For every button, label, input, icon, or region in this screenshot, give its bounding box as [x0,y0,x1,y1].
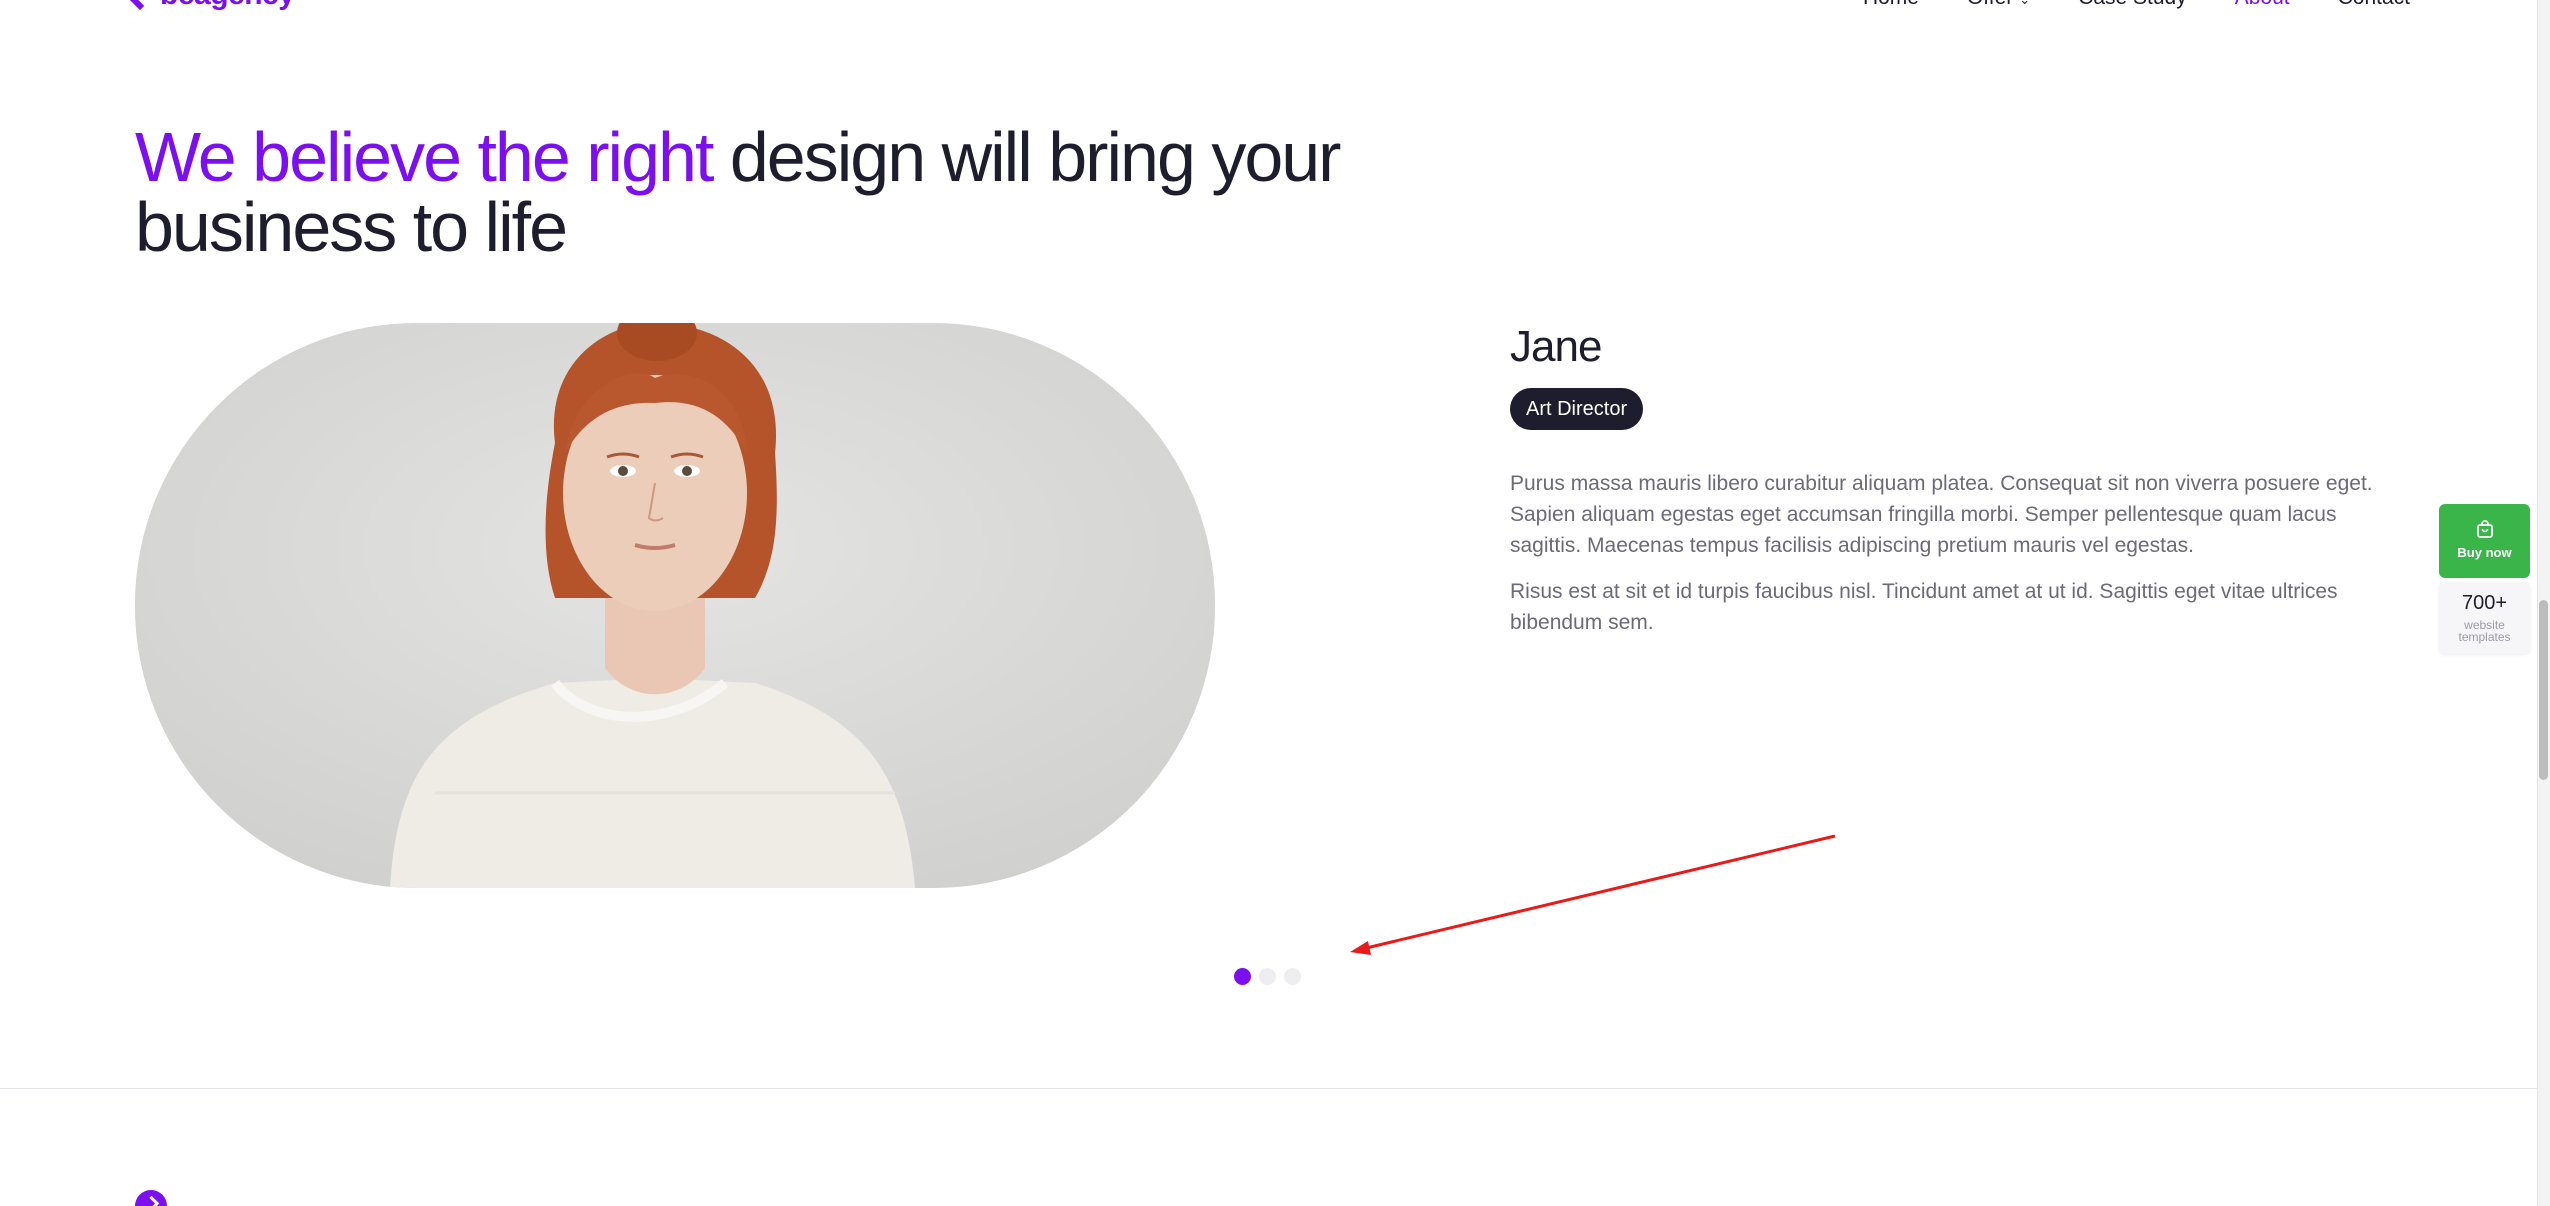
carousel-dot-2[interactable] [1259,968,1276,985]
nav-case-study[interactable]: Case Study [2078,0,2187,10]
brand-name: beagency [160,0,295,12]
templates-badge[interactable]: 700+ website templates [2439,582,2530,654]
member-name: Jane [1510,322,1602,371]
portrait-illustration [135,323,1215,888]
member-bio: Purus massa mauris libero curabitur aliq… [1510,468,2390,638]
section-divider [0,1088,2550,1089]
templates-label: website templates [2458,618,2511,644]
shopping-bag-icon [2476,520,2493,538]
carousel-dot-1[interactable] [1234,968,1251,985]
nav-home[interactable]: Home [1863,0,1919,10]
buy-now-label: Buy now [2457,545,2512,560]
carousel-dot-3[interactable] [1284,968,1301,985]
scrollbar-thumb[interactable] [2539,600,2548,780]
templates-count: 700+ [2461,592,2508,614]
page-title: We believe the right design will bring y… [135,122,1435,262]
nav-offer-label: Offer [1967,0,2013,9]
bio-paragraph: Purus massa mauris libero curabitur aliq… [1510,472,2373,557]
nav-contact[interactable]: Contact [2338,0,2410,10]
nav-about[interactable]: About [2235,0,2290,10]
carousel-pagination [1234,968,1301,985]
member-role-badge: Art Director [1510,388,1644,430]
team-member-photo [135,323,1215,888]
main-nav: Home Offer ⌄ Case Study About Contact [1863,0,2410,10]
chevron-down-icon: ⌄ [2019,0,2030,7]
buy-now-button[interactable]: Buy now [2439,504,2530,578]
nav-offer[interactable]: Offer ⌄ [1967,0,2030,10]
section-arrow-icon [135,1190,167,1206]
logo-mark-icon [128,0,150,6]
brand-logo[interactable]: beagency [128,0,295,12]
bio-paragraph: Risus est at sit et id turpis faucibus n… [1510,580,2338,634]
page-title-accent: We believe the right [135,118,714,196]
